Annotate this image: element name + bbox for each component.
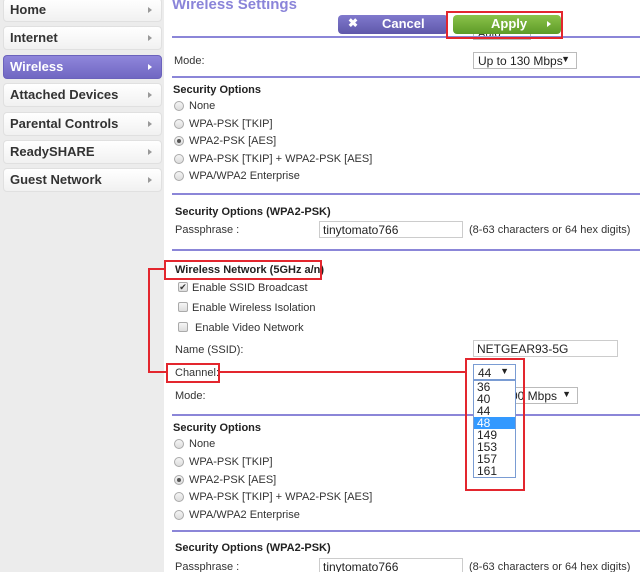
sidebar: Home Internet Wireless Attached Devices … — [0, 0, 164, 572]
radio-label: WPA-PSK [TKIP] — [189, 456, 273, 468]
radio-wpa-enterprise-5ghz[interactable] — [174, 510, 184, 520]
wireless-isolation-checkbox[interactable] — [178, 302, 188, 312]
chevron-right-icon — [148, 149, 152, 155]
main-content: Wireless Settings Auto ✖ Cancel Apply Mo… — [164, 0, 640, 572]
passphrase-hint: (8-63 characters or 64 hex digits) — [469, 224, 631, 236]
radio-wpa2-psk-aes[interactable] — [174, 136, 184, 146]
divider — [172, 36, 640, 38]
checkbox-label: Enable SSID Broadcast — [192, 282, 308, 294]
checkbox-label: Enable Wireless Isolation — [192, 302, 316, 314]
radio-wpa-wpa2-mixed[interactable] — [174, 154, 184, 164]
divider — [172, 414, 640, 416]
passphrase-input-5ghz[interactable]: tinytomato766 — [319, 558, 463, 572]
sidebar-item-guest-network[interactable]: Guest Network — [3, 168, 162, 192]
wpa2-psk-heading-5ghz: Security Options (WPA2-PSK) — [175, 542, 331, 554]
radio-none[interactable] — [174, 101, 184, 111]
radio-label: WPA-PSK [TKIP] — [189, 118, 273, 130]
caret-down-icon: ▼ — [500, 366, 509, 376]
ssid-label: Name (SSID): — [175, 344, 244, 356]
sidebar-item-label: Attached Devices — [10, 87, 119, 102]
sidebar-item-readyshare[interactable]: ReadySHARE — [3, 140, 162, 164]
wireless-network-5ghz-heading: Wireless Network (5GHz a/n) — [175, 264, 325, 276]
channel-label: Channel: — [175, 367, 220, 379]
sidebar-item-label: Wireless — [10, 59, 64, 74]
divider — [172, 76, 640, 78]
sidebar-item-home[interactable]: Home — [3, 0, 162, 22]
mode-select-24ghz[interactable]: Up to 130 Mbps ▼ — [473, 52, 577, 69]
radio-wpa-psk-tkip[interactable] — [174, 119, 184, 129]
sidebar-item-label: Guest Network — [10, 172, 102, 187]
apply-label: Apply — [491, 16, 528, 31]
sidebar-item-label: Home — [10, 2, 47, 17]
checkbox-label: Enable Video Network — [195, 322, 304, 334]
chevron-right-icon — [148, 177, 152, 183]
passphrase-label: Passphrase : — [175, 224, 240, 236]
chevron-right-icon — [148, 7, 152, 13]
cancel-button[interactable]: ✖ Cancel — [338, 15, 448, 34]
radio-none-5ghz[interactable] — [174, 439, 184, 449]
sidebar-item-attached-devices[interactable]: Attached Devices — [3, 83, 162, 107]
divider — [172, 530, 640, 532]
apply-button[interactable]: Apply — [453, 15, 561, 34]
sidebar-item-label: Parental Controls — [10, 116, 119, 131]
caret-down-icon: ▼ — [561, 54, 570, 64]
divider — [172, 193, 640, 195]
radio-wpa-psk-tkip-5ghz[interactable] — [174, 457, 184, 467]
security-options-heading: Security Options — [173, 84, 262, 96]
chevron-right-icon — [148, 35, 152, 41]
sidebar-item-wireless[interactable]: Wireless — [3, 55, 162, 79]
passphrase-hint: (8-63 characters or 64 hex digits) — [469, 561, 631, 572]
mode-label-5ghz: Mode: — [175, 390, 206, 402]
chevron-right-icon — [148, 64, 152, 70]
radio-label: None — [189, 438, 216, 450]
video-network-checkbox[interactable] — [178, 322, 188, 332]
caret-down-icon: ▼ — [562, 389, 571, 399]
radio-label: None — [189, 100, 216, 112]
radio-wpa2-psk-aes-5ghz[interactable] — [174, 475, 184, 485]
channel-select-5ghz[interactable]: 44 ▼ — [473, 364, 516, 380]
divider — [172, 249, 640, 251]
cancel-label: Cancel — [382, 16, 425, 31]
chevron-right-icon — [148, 121, 152, 127]
mode-label-24ghz: Mode: — [174, 55, 205, 67]
chevron-right-icon — [547, 21, 551, 27]
channel-option-161[interactable]: 161 — [474, 465, 515, 477]
radio-wpa-enterprise[interactable] — [174, 171, 184, 181]
x-icon: ✖ — [348, 16, 359, 30]
security-options-heading-5ghz: Security Options — [173, 422, 262, 434]
radio-label: WPA-PSK [TKIP] + WPA2-PSK [AES] — [189, 153, 373, 165]
sidebar-item-label: ReadySHARE — [10, 144, 95, 159]
passphrase-input-24ghz[interactable]: tinytomato766 — [319, 221, 463, 238]
radio-label: WPA-PSK [TKIP] + WPA2-PSK [AES] — [189, 491, 373, 503]
passphrase-label: Passphrase : — [175, 561, 240, 572]
radio-label: WPA2-PSK [AES] — [189, 135, 277, 147]
channel-dropdown-list[interactable]: 36 40 44 48 149 153 157 161 — [473, 380, 516, 478]
sidebar-item-label: Internet — [10, 30, 58, 45]
radio-label: WPA/WPA2 Enterprise — [189, 170, 300, 182]
radio-wpa-wpa2-mixed-5ghz[interactable] — [174, 492, 184, 502]
radio-label: WPA2-PSK [AES] — [189, 474, 277, 486]
chevron-right-icon — [148, 92, 152, 98]
wpa2-psk-heading: Security Options (WPA2-PSK) — [175, 206, 331, 218]
sidebar-item-parental-controls[interactable]: Parental Controls — [3, 112, 162, 136]
ssid-input[interactable]: NETGEAR93-5G — [473, 340, 618, 357]
radio-label: WPA/WPA2 Enterprise — [189, 509, 300, 521]
page-title: Wireless Settings — [172, 0, 297, 13]
sidebar-item-internet[interactable]: Internet — [3, 26, 162, 50]
ssid-broadcast-checkbox[interactable]: ✔ — [178, 282, 188, 292]
